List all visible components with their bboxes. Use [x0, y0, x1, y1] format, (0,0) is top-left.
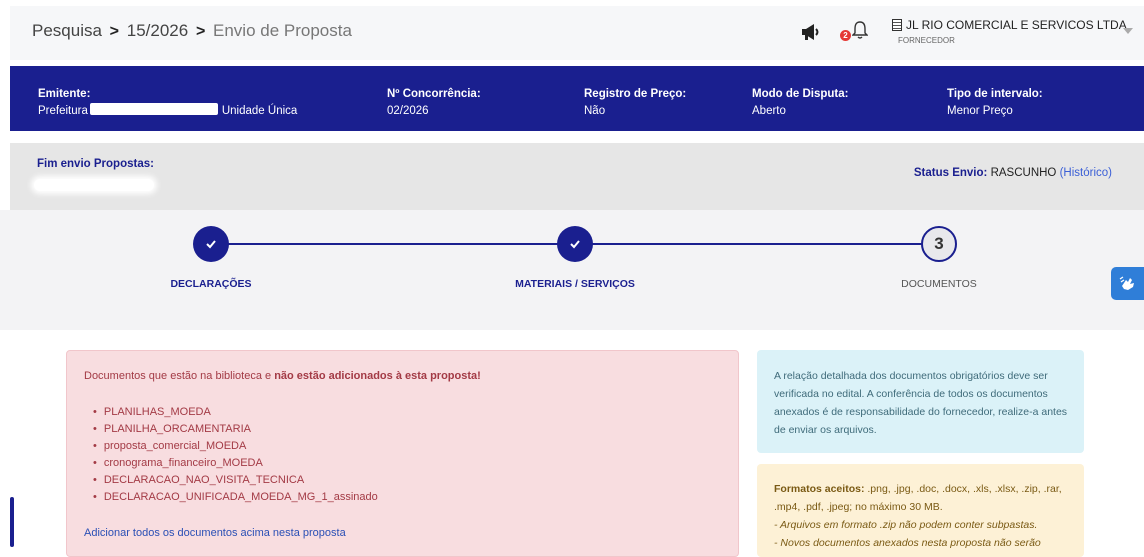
breadcrumb: Pesquisa > 15/2026 > Envio de Proposta — [32, 21, 352, 41]
registro-preco-field: Registro de Preço: Não — [584, 86, 686, 120]
registro-preco-label: Registro de Preço: — [584, 88, 687, 100]
formats-label: Formatos aceitos: — [774, 483, 865, 495]
step-2-label[interactable]: MATERIAIS / SERVIÇOS — [515, 278, 635, 290]
company-name: JL RIO COMERCIAL E SERVICOS LTDA — [906, 18, 1127, 32]
emitente-suffix: Unidade Única — [221, 105, 298, 117]
info-alert-text: A relação detalhada dos documentos obrig… — [774, 370, 1068, 436]
process-info-bar: Emitente: Prefeitura Unidade Única Nº Con… — [10, 66, 1144, 131]
modo-disputa-field: Modo de Disputa: Aberto — [752, 86, 848, 120]
company-name-row: JL RIO COMERCIAL E SERVICOS LTDA — [892, 18, 1127, 32]
info-alert: A relação detalhada dos documentos obrig… — [757, 350, 1084, 453]
bell-icon[interactable] — [852, 20, 868, 40]
status-envio-label: Status Envio: — [913, 167, 988, 179]
add-all-documents-link[interactable]: Adicionar todos os documentos acima nest… — [84, 527, 346, 539]
formats-note-zip: - Arquivos em formato .zip não podem con… — [774, 519, 1038, 531]
tipo-intervalo-field: Tipo de intervalo: Menor Preço — [947, 86, 1043, 120]
modo-disputa-label: Modo de Disputa: — [752, 88, 849, 100]
tipo-intervalo-label: Tipo de intervalo: — [947, 88, 1043, 100]
notification-badge: 2 — [840, 30, 851, 41]
list-item: PLANILHAS_MOEDA — [93, 404, 378, 421]
missing-documents-message: Documentos que estão na biblioteca e não… — [84, 370, 481, 382]
formats-note-new-docs: - Novos documentos anexados nesta propos… — [774, 537, 1041, 549]
status-envio-value: RASCUNHO — [990, 167, 1057, 179]
step-connector — [211, 243, 575, 245]
chevron-down-icon[interactable] — [1123, 28, 1133, 34]
status-envio: Status Envio: RASCUNHO (Histórico) — [914, 167, 1112, 179]
company-role: FORNECEDOR — [898, 36, 955, 45]
step-2-check[interactable] — [557, 226, 593, 262]
emitente-prefix: Prefeitura — [38, 105, 88, 117]
sign-language-icon — [1119, 275, 1134, 290]
historico-link[interactable]: Histórico — [1063, 167, 1108, 179]
check-icon — [570, 240, 580, 249]
formats-alert: Formatos aceitos: .png, .jpg, .doc, .doc… — [757, 464, 1084, 557]
progress-stepper: DECLARAÇÕES MATERIAIS / SERVIÇOS 3 DOCUM… — [0, 210, 1144, 330]
tipo-intervalo-value: Menor Preço — [947, 105, 1013, 117]
list-item: PLANILHA_ORCAMENTARIA — [93, 421, 378, 438]
step-3-number[interactable]: 3 — [921, 226, 957, 262]
emitente-field: Emitente: Prefeitura Unidade Única — [38, 86, 297, 120]
top-bar: Pesquisa > 15/2026 > Envio de Proposta 2… — [10, 6, 1144, 60]
message-text: Documentos que estão na biblioteca e — [84, 370, 275, 382]
concorrencia-label: Nº Concorrência: — [387, 88, 481, 100]
concorrencia-field: Nº Concorrência: 02/2026 — [387, 86, 481, 120]
megaphone-icon[interactable] — [800, 22, 822, 42]
building-icon — [892, 19, 902, 31]
redaction-mark — [34, 179, 154, 191]
check-icon — [206, 240, 216, 249]
breadcrumb-separator: > — [195, 23, 206, 40]
list-item: DECLARACAO_UNIFICADA_MOEDA_MG_1_assinado — [93, 489, 378, 506]
modo-disputa-value: Aberto — [752, 105, 786, 117]
missing-documents-alert: Documentos que estão na biblioteca e não… — [66, 350, 739, 557]
step-3-label[interactable]: DOCUMENTOS — [901, 278, 977, 290]
breadcrumb-process[interactable]: 15/2026 — [127, 21, 188, 40]
list-item: DECLARACAO_NAO_VISITA_TECNICA — [93, 472, 378, 489]
redaction-mark — [89, 103, 218, 115]
registro-preco-value: Não — [584, 105, 606, 117]
status-bar: Fim envio Propostas: Status Envio: RASCU… — [10, 143, 1144, 210]
side-accent-bar — [10, 497, 14, 547]
emitente-label: Emitente: — [38, 88, 91, 100]
concorrencia-value: 02/2026 — [387, 105, 429, 117]
fim-envio-label: Fim envio Propostas: — [37, 158, 154, 170]
step-1-check[interactable] — [193, 226, 229, 262]
breadcrumb-current: Envio de Proposta — [213, 21, 352, 40]
historico-paren-close: ) — [1108, 167, 1112, 179]
missing-documents-list: PLANILHAS_MOEDA PLANILHA_ORCAMENTARIA pr… — [93, 404, 378, 506]
formats-text: Formatos aceitos: .png, .jpg, .doc, .doc… — [774, 480, 1074, 552]
accessibility-button[interactable] — [1111, 267, 1144, 300]
step-connector — [575, 243, 939, 245]
emitente-value: Prefeitura Unidade Única — [38, 103, 297, 120]
company-selector[interactable]: JL RIO COMERCIAL E SERVICOS LTDA FORNECE… — [892, 18, 1127, 45]
list-item: cronograma_financeiro_MOEDA — [93, 455, 378, 472]
message-bold: não estão adicionados à esta proposta! — [274, 370, 481, 382]
breadcrumb-root[interactable]: Pesquisa — [32, 21, 102, 40]
list-item: proposta_comercial_MOEDA — [93, 438, 378, 455]
step-1-label[interactable]: DECLARAÇÕES — [170, 278, 251, 290]
breadcrumb-separator: > — [109, 23, 120, 40]
